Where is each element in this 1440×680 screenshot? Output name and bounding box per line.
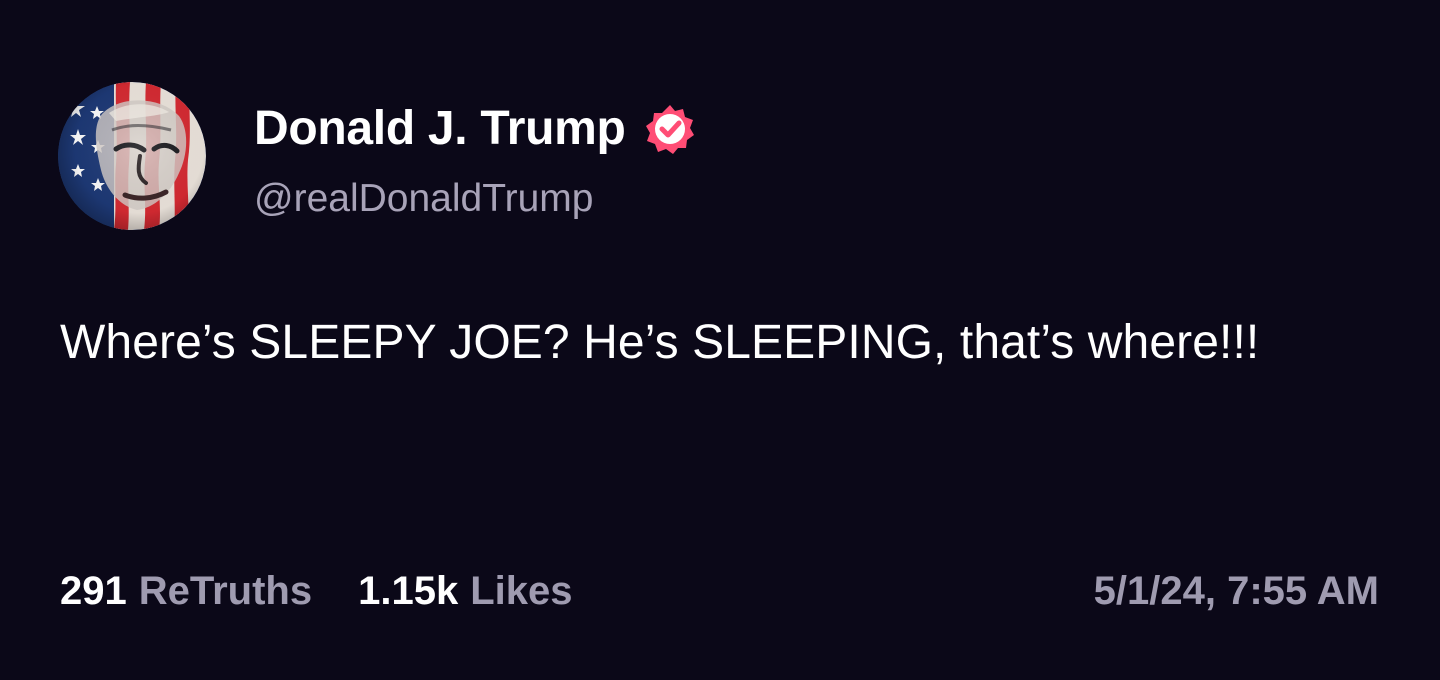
post-stats: 291 ReTruths 1.15k Likes [60,568,573,614]
likes-count: 1.15k [358,569,459,613]
author-name-row: Donald J. Trump [254,100,698,158]
author-display-name[interactable]: Donald J. Trump [254,100,626,158]
post-header: Donald J. Trump @realDonaldTrump [58,82,698,232]
post-timestamp[interactable]: 5/1/24, 7:55 AM [1094,568,1379,614]
verified-badge-icon [642,101,698,157]
author-info: Donald J. Trump @realDonaldTrump [254,100,698,222]
post-text: Where’s SLEEPY JOE? He’s SLEEPING, that’… [60,316,1260,369]
retruths-count: 291 [60,569,127,613]
likes-stat[interactable]: 1.15k Likes [358,568,572,614]
author-avatar[interactable] [58,82,206,230]
truth-post-card: Donald J. Trump @realDonaldTrump Where’s… [0,0,1440,680]
retruths-label: ReTruths [138,569,313,613]
american-flag-portrait-avatar [58,82,206,230]
likes-label: Likes [470,569,573,613]
author-handle[interactable]: @realDonaldTrump [254,176,698,222]
retruths-stat[interactable]: 291 ReTruths [60,568,312,614]
